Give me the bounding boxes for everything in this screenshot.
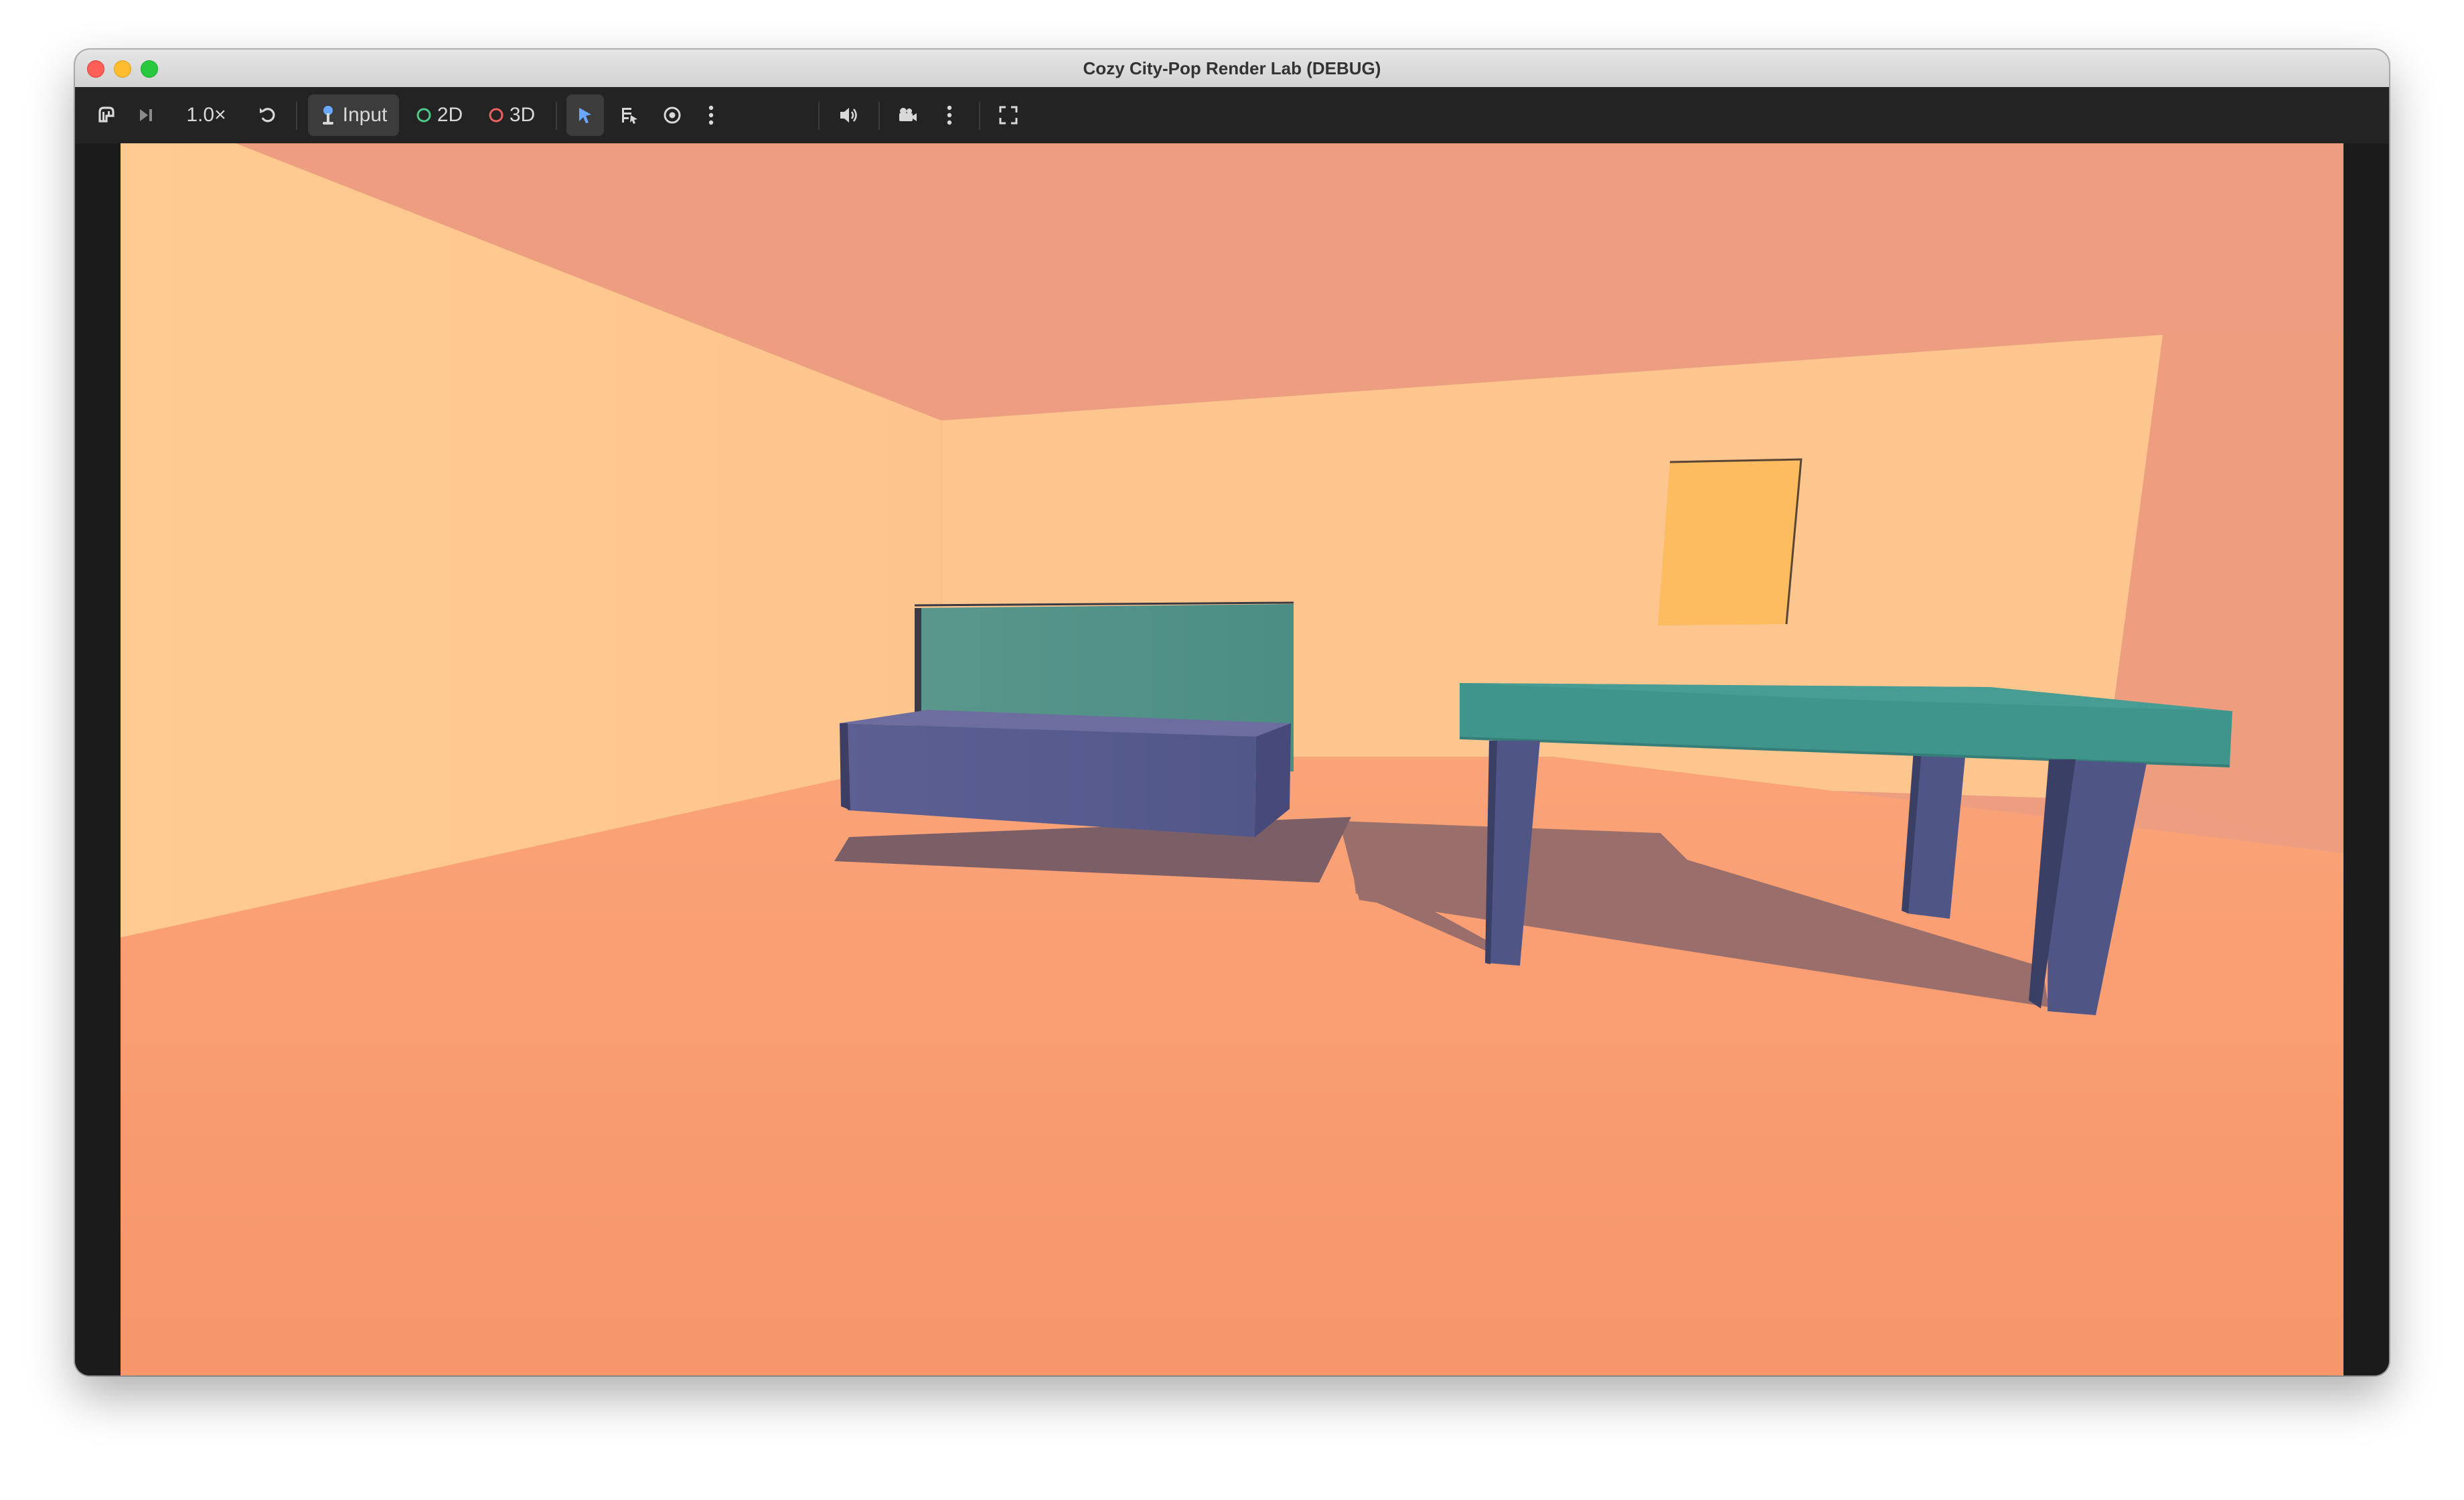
toolbar-separator	[878, 102, 880, 130]
app-window: Cozy City-Pop Render Lab (DEBUG) 1.0× In…	[75, 50, 2389, 1375]
mute-audio-button[interactable]	[830, 94, 868, 136]
camera-options-menu-button[interactable]	[935, 94, 964, 136]
select-tool-button[interactable]	[566, 94, 604, 136]
speaker-icon	[838, 104, 860, 126]
next-frame-button[interactable]	[129, 94, 163, 136]
fullscreen-button[interactable]	[990, 94, 1027, 136]
mode-2d-button[interactable]: 2D	[407, 94, 471, 136]
video-camera-icon	[895, 105, 918, 125]
title-bar: Cozy City-Pop Render Lab (DEBUG)	[75, 50, 2389, 88]
toolbar-separator	[979, 102, 980, 130]
game-viewport-frame	[75, 143, 2389, 1375]
room-scene	[121, 143, 2343, 1375]
game-viewport[interactable]	[121, 143, 2343, 1375]
step-forward-icon	[136, 105, 156, 125]
list-select-button[interactable]	[611, 94, 648, 136]
camera-override-button[interactable]	[888, 94, 925, 136]
list-pointer-icon	[619, 104, 640, 126]
expand-icon	[998, 104, 1019, 126]
pause-hand-icon	[94, 104, 117, 127]
time-scale-selector[interactable]: 1.0×	[177, 94, 236, 136]
input-mode-button[interactable]: Input	[308, 94, 399, 136]
toolbar-separator	[296, 102, 297, 130]
eye-icon	[662, 104, 683, 126]
view-options-menu-button[interactable]	[696, 94, 726, 136]
more-vertical-icon	[945, 104, 953, 127]
input-mode-label: Input	[342, 104, 388, 126]
mode-3d-label: 3D	[509, 104, 536, 126]
window-title: Cozy City-Pop Render Lab (DEBUG)	[1083, 58, 1381, 78]
mode-2d-label: 2D	[437, 104, 463, 126]
debug-toolbar: 1.0× Input 2D 3D	[75, 87, 2389, 143]
pause-game-button[interactable]	[88, 94, 123, 136]
circle-2d-icon	[416, 107, 432, 123]
visibility-toggle-button[interactable]	[653, 94, 691, 136]
pointer-arrow-icon	[575, 105, 595, 125]
joystick-icon	[320, 104, 339, 127]
toolbar-separator	[818, 102, 820, 130]
reset-speed-button[interactable]	[250, 94, 285, 136]
toolbar-separator	[556, 102, 557, 130]
circle-3d-icon	[488, 107, 504, 123]
more-vertical-icon	[707, 104, 715, 127]
wall-picture-frame	[1658, 458, 1802, 625]
mode-3d-button[interactable]: 3D	[479, 94, 544, 136]
reset-icon	[257, 104, 279, 126]
